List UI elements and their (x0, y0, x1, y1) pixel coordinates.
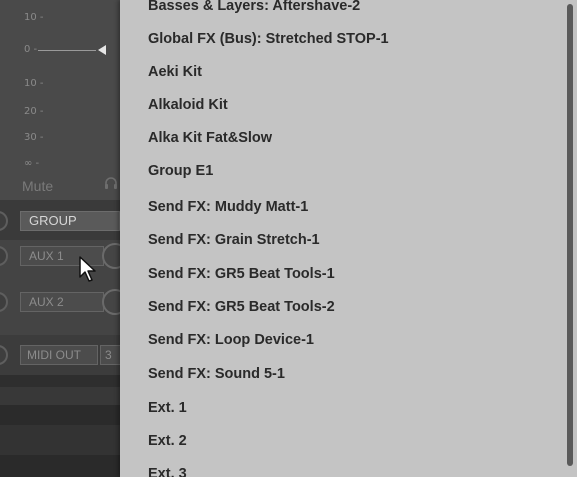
divider (0, 455, 122, 477)
menu-item[interactable]: Send FX: Sound 5-1 (148, 362, 557, 386)
level-meter-area: 10 - 0 - 10 - 20 - 30 - ∞ - Mute (0, 0, 122, 200)
menu-item[interactable]: Group E1 (148, 159, 557, 183)
menu-item[interactable]: Alkaloid Kit (148, 93, 557, 117)
headphone-icon[interactable] (104, 176, 118, 190)
meter-tick: ∞ - (24, 158, 40, 169)
routing-dropdown-menu: Basses & Layers: Aftershave-2 Global FX … (120, 0, 577, 477)
divider (0, 387, 122, 405)
aux1-level-knob[interactable] (102, 243, 122, 269)
meter-tick: 20 - (24, 106, 44, 117)
menu-item[interactable]: Send FX: Muddy Matt-1 (148, 195, 557, 219)
divider (0, 425, 122, 455)
menu-item[interactable]: Send FX: GR5 Beat Tools-1 (148, 262, 557, 286)
group-routing-select[interactable]: GROUP (20, 211, 120, 231)
mute-button[interactable]: Mute (22, 178, 53, 194)
menu-item[interactable]: Ext. 2 (148, 429, 557, 453)
aux2-level-knob[interactable] (102, 289, 122, 315)
divider (0, 405, 122, 425)
menu-item[interactable]: Send FX: Grain Stretch-1 (148, 228, 557, 252)
midi-out-channel[interactable]: 3 (100, 345, 122, 365)
menu-item[interactable]: Aeki Kit (148, 60, 557, 84)
menu-item[interactable]: Global FX (Bus): Stretched STOP-1 (148, 27, 557, 51)
menu-item[interactable]: Send FX: Loop Device-1 (148, 328, 557, 352)
divider (0, 375, 122, 387)
menu-item[interactable]: Ext. 1 (148, 396, 557, 420)
midi-out-button[interactable]: MIDI OUT (20, 345, 98, 365)
menu-scrollbar[interactable] (567, 4, 573, 466)
meter-tick: 0 - (24, 44, 38, 55)
aux2-button[interactable]: AUX 2 (20, 292, 104, 312)
meter-tick: 10 - (24, 12, 44, 23)
menu-item[interactable]: Ext. 3 (148, 462, 557, 477)
menu-item[interactable]: Send FX: GR5 Beat Tools-2 (148, 295, 557, 319)
volume-fader-handle[interactable] (98, 45, 106, 55)
volume-fader-track[interactable] (38, 50, 96, 51)
menu-item[interactable]: Alka Kit Fat&Slow (148, 126, 557, 150)
meter-tick: 10 - (24, 78, 44, 89)
menu-item[interactable]: Basses & Layers: Aftershave-2 (148, 0, 557, 18)
meter-tick: 30 - (24, 132, 44, 143)
mixer-channel-strip: 10 - 0 - 10 - 20 - 30 - ∞ - Mute GROUP A… (0, 0, 122, 477)
mouse-pointer-icon (79, 256, 96, 282)
